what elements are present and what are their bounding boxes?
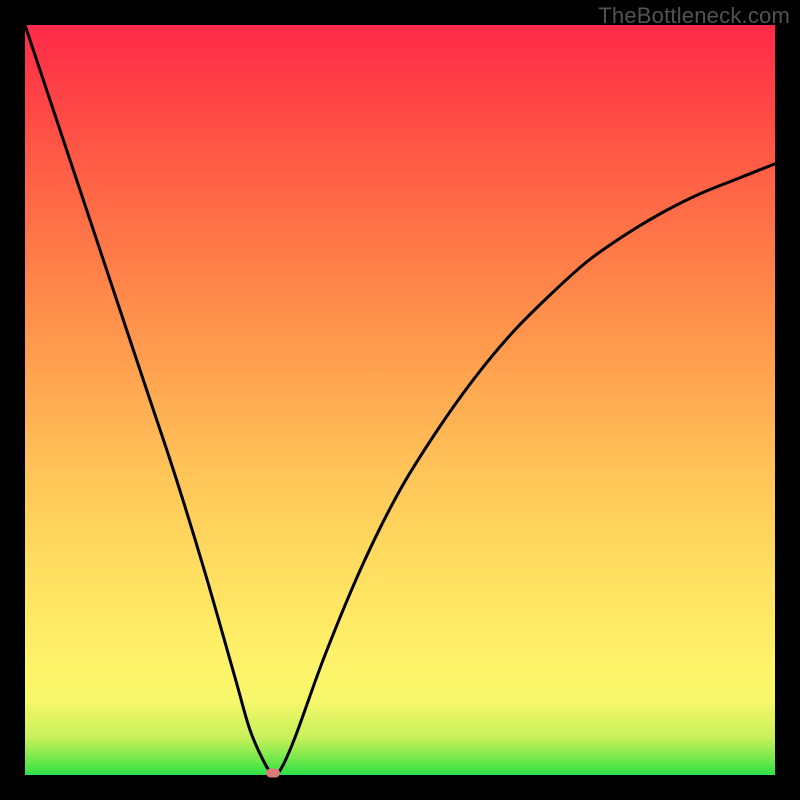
minimum-marker [266,768,280,777]
chart-frame [25,25,775,775]
bottleneck-curve [25,25,775,775]
attribution-text: TheBottleneck.com [598,3,790,29]
